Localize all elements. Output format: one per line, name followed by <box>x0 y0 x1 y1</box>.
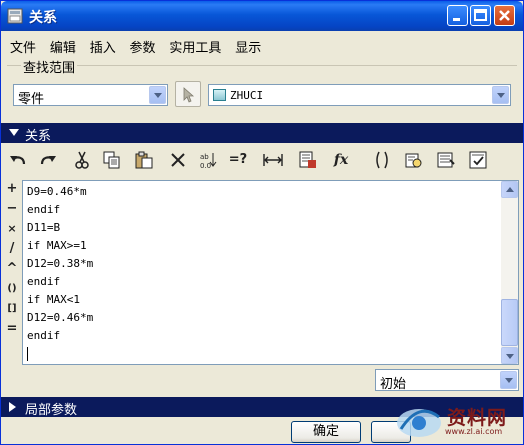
parameters-button[interactable] <box>297 149 319 171</box>
select-model-button[interactable] <box>175 81 201 107</box>
search-range-frame <box>7 65 517 66</box>
cut-button[interactable] <box>71 149 93 171</box>
brackets-button[interactable] <box>371 149 393 171</box>
maximize-icon <box>474 9 487 21</box>
menu-display[interactable]: 显示 <box>230 35 266 58</box>
object-type-value: 零件 <box>18 92 45 107</box>
verify-button[interactable] <box>403 149 425 171</box>
relation-line: endif <box>27 329 61 342</box>
window-title: 关系 <box>29 10 57 26</box>
chevron-down-icon[interactable] <box>500 371 517 389</box>
menu-bar: 文件 编辑 插入 参数 实用工具 显示 <box>5 35 266 58</box>
delete-icon <box>171 153 185 167</box>
search-range-label: 查找范围 <box>21 57 78 76</box>
close-icon <box>499 10 510 21</box>
scroll-thumb[interactable] <box>501 299 518 346</box>
scroll-up-icon[interactable] <box>501 181 518 198</box>
part-icon <box>213 89 226 101</box>
text-caret <box>27 347 28 361</box>
operator-equals[interactable]: = <box>4 320 20 338</box>
menu-edit[interactable]: 编辑 <box>45 35 81 58</box>
ok-button[interactable]: 确定 <box>291 421 361 443</box>
object-type-select[interactable]: 零件 <box>13 84 168 107</box>
model-name: ZHUCI <box>230 89 264 102</box>
copy-icon <box>103 151 120 169</box>
copy-button[interactable] <box>101 149 123 171</box>
app-icon <box>7 8 23 24</box>
relation-line: if MAX<1 <box>27 293 80 306</box>
delete-button[interactable] <box>167 149 189 171</box>
collapse-triangle-icon <box>9 129 19 136</box>
relation-line: D12=0.38*m <box>27 257 94 270</box>
relations-toolbar: ab 0.0 =? fx <box>5 149 519 173</box>
vertical-scrollbar[interactable] <box>501 181 518 364</box>
relation-line: D12=0.46*m <box>27 311 94 324</box>
sort-button[interactable]: ab 0.0 <box>197 149 219 171</box>
close-button[interactable] <box>494 5 515 26</box>
scroll-down-icon[interactable] <box>501 347 518 364</box>
relations-section-header[interactable]: 关系 <box>1 123 523 144</box>
relation-line: if MAX>=1 <box>27 239 87 252</box>
paste-button[interactable] <box>133 149 155 171</box>
measure-button[interactable] <box>261 149 283 171</box>
minimize-icon <box>453 18 460 21</box>
relation-line: endif <box>27 203 61 216</box>
watermark-brand: 资料网 <box>447 407 508 429</box>
checklist-button[interactable] <box>467 149 489 171</box>
brackets-icon <box>376 151 388 169</box>
relations-section-label: 关系 <box>25 129 52 144</box>
menu-parameters[interactable]: 参数 <box>125 35 161 58</box>
operator-minus[interactable]: − <box>4 200 20 218</box>
verify-icon <box>405 153 422 168</box>
chevron-down-icon[interactable] <box>492 86 509 104</box>
menu-insert[interactable]: 插入 <box>85 35 121 58</box>
relation-line: D9=0.46*m <box>27 185 87 198</box>
operator-divide[interactable]: / <box>4 240 20 258</box>
parameters-icon <box>299 151 316 168</box>
chevron-down-icon[interactable] <box>149 86 166 104</box>
relations-editor[interactable]: D9=0.46*m endif D11=B if MAX>=1 D12=0.38… <box>22 180 519 365</box>
minimize-button[interactable] <box>447 5 468 26</box>
maximize-button[interactable] <box>470 5 491 26</box>
relation-line: D11=B <box>27 221 61 234</box>
svg-text:ab: ab <box>200 153 209 161</box>
title-bar[interactable]: 关系 <box>1 1 523 31</box>
evaluate-button[interactable]: =? <box>227 149 249 171</box>
operator-multiply[interactable]: × <box>4 220 20 238</box>
measure-icon <box>263 154 283 166</box>
sort-icon: ab0.0 <box>200 153 217 169</box>
paste-icon <box>135 151 153 169</box>
function-button[interactable]: fx <box>327 149 355 171</box>
display-button[interactable] <box>435 149 457 171</box>
model-select[interactable]: ZHUCI <box>208 84 511 106</box>
relation-line: endif <box>27 275 61 288</box>
undo-icon <box>10 156 26 165</box>
cursor-arrow-icon <box>183 87 195 103</box>
operator-brackets[interactable]: [] <box>4 300 20 318</box>
watermark-url: www.zl.ai.com <box>445 427 503 436</box>
menu-utilities[interactable]: 实用工具 <box>164 35 226 58</box>
redo-button[interactable] <box>37 149 59 171</box>
display-icon <box>437 152 455 168</box>
expand-triangle-icon <box>9 402 16 412</box>
menu-file[interactable]: 文件 <box>5 35 41 58</box>
units-value: 初始 <box>380 377 407 392</box>
operator-power[interactable]: ^ <box>4 260 20 278</box>
local-parameters-label: 局部参数 <box>25 403 78 418</box>
units-select[interactable]: 初始 <box>375 369 519 392</box>
redo-icon <box>40 156 56 165</box>
svg-text:0.0: 0.0 <box>200 162 211 169</box>
cut-icon <box>75 151 89 169</box>
relations-dialog: 关系 文件 编辑 插入 参数 实用工具 显示 查找范围 零件 ZHUCI 关系 … <box>0 0 524 445</box>
operator-plus[interactable]: + <box>4 180 20 198</box>
checklist-icon <box>469 151 487 169</box>
relations-text[interactable]: D9=0.46*m endif D11=B if MAX>=1 D12=0.38… <box>27 183 93 345</box>
undo-button[interactable] <box>7 149 29 171</box>
operator-parentheses[interactable]: () <box>4 280 20 298</box>
